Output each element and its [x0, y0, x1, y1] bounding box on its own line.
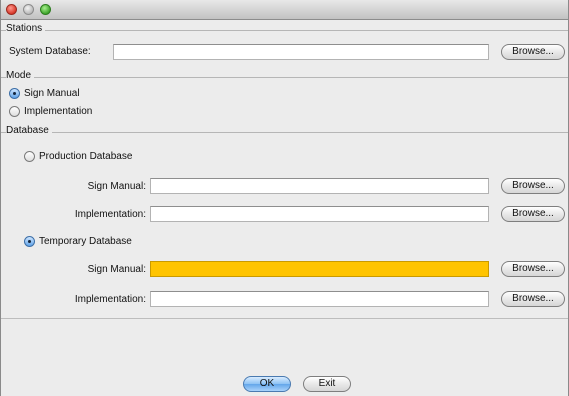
- production-sign-manual-label: Sign Manual:: [87, 181, 146, 192]
- temporary-database-radio[interactable]: Temporary Database: [24, 236, 132, 247]
- mode-divider: [1, 77, 568, 78]
- stations-divider: [1, 30, 568, 31]
- temporary-database-label: Temporary Database: [39, 236, 132, 248]
- production-sign-manual-browse-button[interactable]: Browse...: [501, 178, 565, 194]
- temporary-implementation-label: Implementation:: [74, 294, 146, 305]
- main-window: Stations System Database: Browse... Mode…: [0, 0, 569, 396]
- zoom-window-icon[interactable]: [40, 4, 51, 15]
- ok-button[interactable]: OK: [243, 376, 291, 392]
- radio-unselected-icon: [9, 106, 20, 117]
- production-database-radio[interactable]: Production Database: [24, 151, 132, 162]
- temporary-implementation-browse-button[interactable]: Browse...: [501, 291, 565, 307]
- close-window-icon[interactable]: [6, 4, 17, 15]
- mode-implementation-label: Implementation: [24, 106, 93, 118]
- title-bar[interactable]: [1, 0, 568, 20]
- production-implementation-label: Implementation:: [74, 209, 146, 220]
- production-implementation-field[interactable]: [150, 206, 489, 222]
- database-divider: [1, 132, 568, 133]
- minimize-window-icon[interactable]: [23, 4, 34, 15]
- temporary-sign-manual-field[interactable]: [150, 261, 489, 277]
- temporary-sign-manual-label: Sign Manual:: [87, 264, 146, 275]
- radio-unselected-icon: [24, 151, 35, 162]
- radio-selected-icon: [9, 88, 20, 99]
- content-footer-separator: [1, 318, 568, 319]
- mode-sign-manual-radio[interactable]: Sign Manual: [9, 88, 80, 99]
- production-implementation-browse-button[interactable]: Browse...: [501, 206, 565, 222]
- temporary-sign-manual-browse-button[interactable]: Browse...: [501, 261, 565, 277]
- mode-implementation-radio[interactable]: Implementation: [9, 106, 92, 117]
- system-database-browse-button[interactable]: Browse...: [501, 44, 565, 60]
- stations-section-title: Stations: [6, 23, 46, 34]
- mode-section-title: Mode: [6, 70, 35, 81]
- temporary-implementation-field[interactable]: [150, 291, 489, 307]
- production-sign-manual-field[interactable]: [150, 178, 489, 194]
- database-section-title: Database: [6, 125, 52, 136]
- radio-selected-icon: [24, 236, 35, 247]
- system-database-label: System Database:: [9, 46, 91, 57]
- production-database-label: Production Database: [39, 151, 133, 163]
- exit-button[interactable]: Exit: [303, 376, 351, 392]
- system-database-field[interactable]: [113, 44, 489, 60]
- mode-sign-manual-label: Sign Manual: [24, 88, 80, 100]
